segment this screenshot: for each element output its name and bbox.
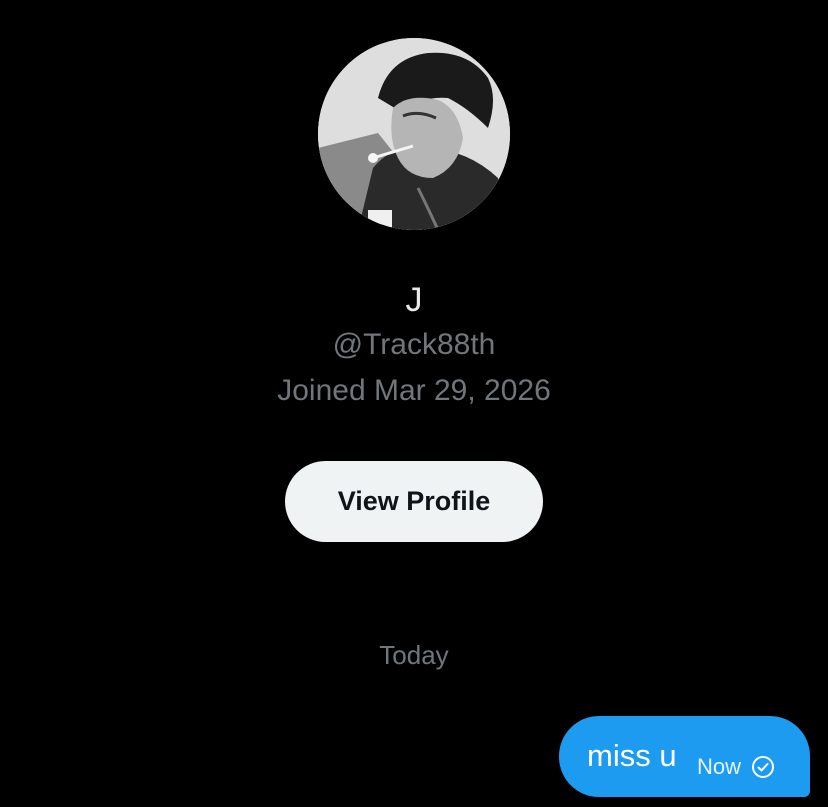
view-profile-button[interactable]: View Profile [285,461,543,542]
day-separator: Today [379,640,449,670]
message-bubble[interactable]: miss u Now [559,716,810,797]
message-timestamp: Now [697,754,742,779]
avatar-image [318,38,510,230]
display-name: J [405,281,423,319]
avatar[interactable] [318,38,510,230]
user-handle: @Track88th [332,328,496,361]
joined-date: Joined Mar 29, 2026 [277,374,551,407]
sent-check-circle-icon [752,756,775,778]
message-meta: Now [697,754,775,780]
message-text: miss u [587,738,677,773]
